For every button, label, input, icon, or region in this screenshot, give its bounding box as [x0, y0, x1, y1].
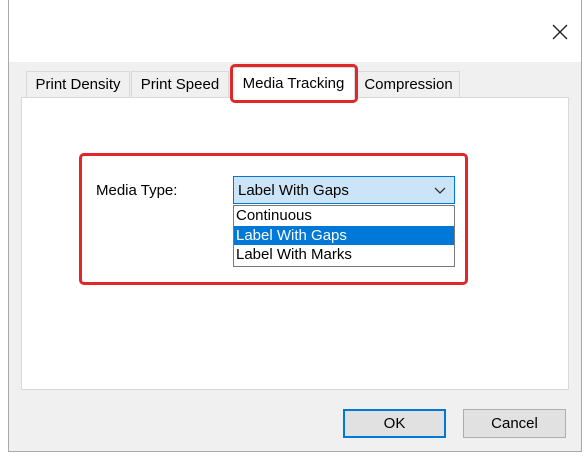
ok-button-label: OK — [383, 415, 406, 432]
media-type-dropdown-list: Continuous Label With Gaps Label With Ma… — [233, 205, 455, 267]
chevron-down-icon — [434, 187, 446, 194]
title-bar — [9, 0, 581, 62]
media-type-label: Media Type: — [96, 182, 178, 199]
media-type-select[interactable]: Label With Gaps — [233, 176, 455, 204]
tab-print-density[interactable]: Print Density — [26, 71, 130, 97]
tab-label: Print Speed — [140, 76, 220, 93]
tab-highlight — [230, 64, 358, 103]
option-continuous[interactable]: Continuous — [234, 206, 454, 226]
tab-print-speed[interactable]: Print Speed — [131, 71, 229, 97]
tab-label: Print Density — [35, 76, 121, 93]
ok-button[interactable]: OK — [343, 409, 446, 438]
tab-compression[interactable]: Compression — [357, 71, 460, 97]
cancel-button[interactable]: Cancel — [463, 409, 566, 438]
option-label-with-gaps[interactable]: Label With Gaps — [234, 225, 454, 245]
close-button[interactable] — [546, 18, 574, 46]
option-label-with-marks[interactable]: Label With Marks — [234, 245, 454, 265]
cancel-button-label: Cancel — [491, 415, 538, 432]
tab-label: Compression — [364, 76, 453, 93]
media-type-selected-value: Label With Gaps — [238, 181, 349, 199]
close-icon — [552, 24, 568, 40]
